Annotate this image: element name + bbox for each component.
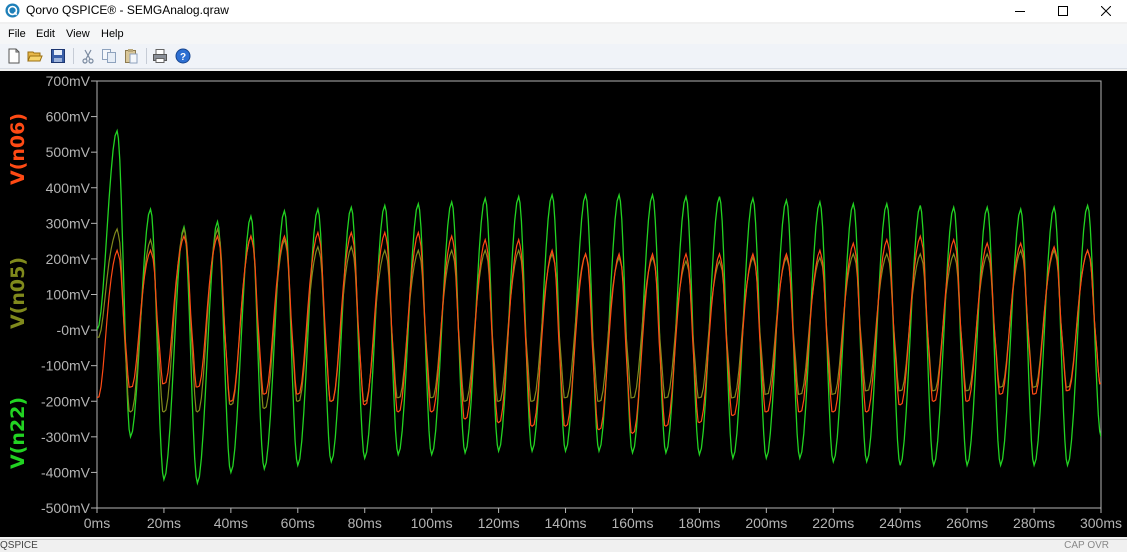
y-tick-label: 400mV (46, 180, 91, 196)
y-tick-label: -0mV (57, 322, 91, 338)
copy-icon[interactable] (101, 48, 117, 64)
status-left-text: QSPICE (0, 540, 38, 551)
open-icon[interactable] (27, 48, 43, 64)
legend-label-v-n06: V(n06) (7, 113, 29, 185)
help-icon[interactable]: ? (175, 48, 191, 64)
x-tick-label: 200ms (745, 515, 787, 531)
x-tick-label: 220ms (812, 515, 854, 531)
x-tick-label: 40ms (214, 515, 248, 531)
x-tick-label: 0ms (84, 515, 110, 531)
x-tick-label: 60ms (281, 515, 315, 531)
y-tick-label: -300mV (41, 429, 91, 445)
x-tick-label: 100ms (411, 515, 453, 531)
toolbar-separator (73, 48, 74, 64)
x-tick-label: 300ms (1080, 515, 1122, 531)
x-tick-label: 160ms (611, 515, 653, 531)
window-title: Qorvo QSPICE® - SEMGAnalog.qraw (26, 3, 229, 17)
waveform-plot[interactable]: 700mV 600mV 500mV 400mV 300mV 200mV 100mV -0mV -… (0, 71, 1127, 537)
y-tick-label: 200mV (46, 251, 91, 267)
x-tick-label: 120ms (478, 515, 520, 531)
plot-frame (96, 80, 1102, 509)
status-bar: QSPICE CAP OVR (0, 539, 1127, 552)
qspice-app-icon (5, 3, 20, 18)
x-tick-label: 180ms (678, 515, 720, 531)
menu-file[interactable]: File (8, 28, 26, 40)
y-tick-label: -400mV (41, 464, 91, 480)
x-tick-label: 280ms (1013, 515, 1055, 531)
legend-label-v-n05: V(n05) (7, 257, 29, 329)
trace-v-n05 (97, 226, 1101, 413)
y-tick-label: -200mV (41, 393, 91, 409)
x-tick-label: 20ms (147, 515, 181, 531)
x-tick-label: 240ms (879, 515, 921, 531)
maximize-button[interactable] (1043, 0, 1083, 22)
toolbar-separator (146, 48, 147, 64)
x-tick-label: 140ms (545, 515, 587, 531)
close-icon (1101, 6, 1111, 16)
x-tick-label: 260ms (946, 515, 988, 531)
title-bar: Qorvo QSPICE® - SEMGAnalog.qraw (0, 0, 1127, 22)
minimize-button[interactable] (1000, 0, 1040, 22)
print-icon[interactable] (152, 48, 168, 64)
y-tick-label: -500mV (41, 500, 91, 516)
x-tick-label: 80ms (348, 515, 382, 531)
y-tick-label: 500mV (46, 144, 91, 160)
maximize-icon (1058, 6, 1068, 16)
minimize-icon (1015, 11, 1025, 12)
svg-text:?: ? (180, 52, 186, 63)
menu-bar: File Edit View Help (0, 24, 1127, 44)
close-button[interactable] (1086, 0, 1126, 22)
y-tick-label: 300mV (46, 215, 91, 231)
waveform-chart[interactable]: 700mV 600mV 500mV 400mV 300mV 200mV 100mV -0mV -… (0, 71, 1127, 537)
y-tick-label: 100mV (46, 287, 91, 303)
new-icon[interactable] (6, 48, 22, 64)
legend-label-v-n22: V(n22) (7, 397, 29, 469)
cut-icon[interactable] (80, 48, 96, 64)
paste-icon[interactable] (123, 48, 139, 64)
menu-edit[interactable]: Edit (36, 28, 55, 40)
menu-view[interactable]: View (66, 28, 90, 40)
y-tick-label: 600mV (46, 109, 91, 125)
toolbar: ? (0, 44, 1127, 69)
y-tick-label: -100mV (41, 358, 91, 374)
menu-help[interactable]: Help (101, 28, 124, 40)
status-indicators: CAP OVR (1064, 540, 1109, 551)
save-icon[interactable] (50, 48, 66, 64)
y-tick-label: 700mV (46, 73, 91, 89)
